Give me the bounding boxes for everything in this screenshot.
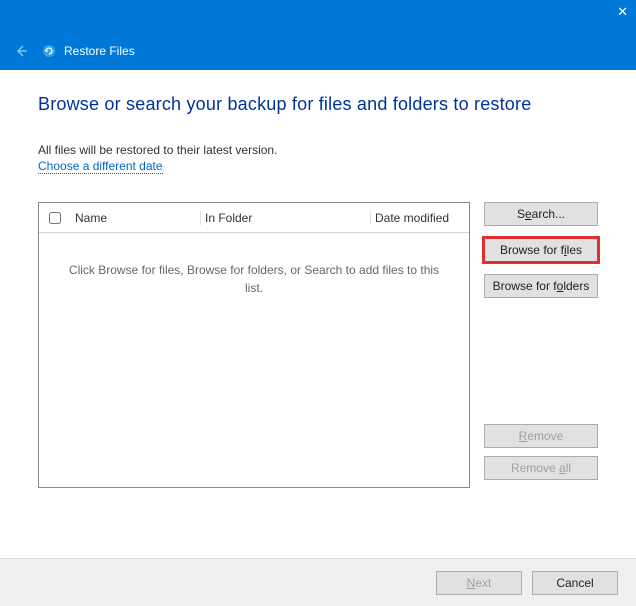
browse-for-folders-button[interactable]: Browse for folders xyxy=(484,274,598,298)
empty-list-message: Click Browse for files, Browse for folde… xyxy=(39,233,469,487)
remove-all-button[interactable]: Remove all xyxy=(484,456,598,480)
footer: Next Cancel xyxy=(0,558,636,606)
restore-files-icon xyxy=(40,42,58,60)
list-header: Name In Folder Date modified xyxy=(39,203,469,233)
titlebar: ✕ xyxy=(0,0,636,32)
page-title: Browse or search your backup for files a… xyxy=(38,94,598,115)
cancel-button[interactable]: Cancel xyxy=(532,571,618,595)
browse-for-files-button[interactable]: Browse for files xyxy=(484,238,598,262)
file-list: Name In Folder Date modified Click Brows… xyxy=(38,202,470,488)
info-line: All files will be restored to their late… xyxy=(38,143,598,157)
search-button[interactable]: Search... xyxy=(484,202,598,226)
body-row: Name In Folder Date modified Click Brows… xyxy=(38,202,598,488)
back-arrow-icon[interactable] xyxy=(12,42,30,60)
next-button[interactable]: Next xyxy=(436,571,522,595)
select-all-checkbox[interactable] xyxy=(39,212,71,224)
choose-date-link[interactable]: Choose a different date xyxy=(38,159,163,174)
app-title: Restore Files xyxy=(64,44,135,58)
content: Browse or search your backup for files a… xyxy=(0,70,636,488)
right-buttons: Search... Browse for files Browse for fo… xyxy=(484,202,598,488)
header: Restore Files xyxy=(0,32,636,70)
column-name[interactable]: Name xyxy=(71,211,201,225)
column-in-folder[interactable]: In Folder xyxy=(201,211,371,225)
column-date-modified[interactable]: Date modified xyxy=(371,211,469,225)
close-icon[interactable]: ✕ xyxy=(617,4,628,20)
remove-button[interactable]: Remove xyxy=(484,424,598,448)
